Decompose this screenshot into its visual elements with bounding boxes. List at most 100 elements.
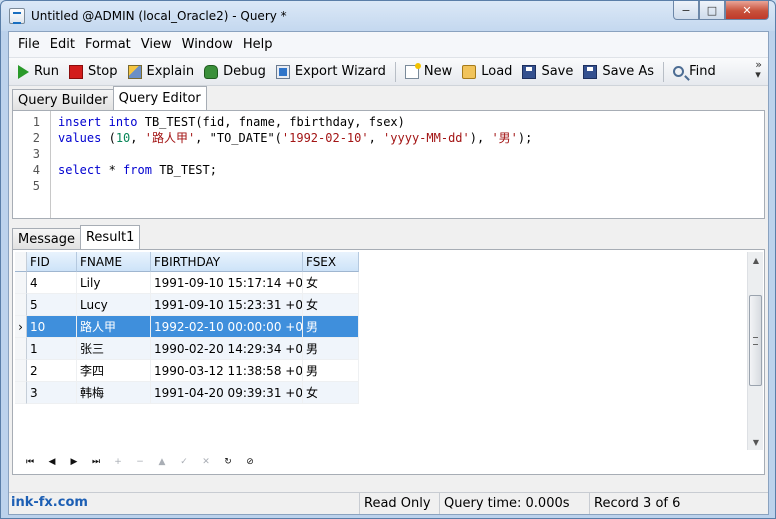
- cell-fsex[interactable]: 女: [303, 272, 359, 294]
- stop-fetch-icon[interactable]: ⊘: [239, 453, 261, 471]
- table-row[interactable]: 3 韩梅 1991-04-20 09:39:31 +08 女: [15, 382, 359, 404]
- cell-fname[interactable]: 张三: [77, 338, 151, 360]
- tab-result1[interactable]: Result1: [79, 225, 141, 249]
- tab-message[interactable]: Message: [12, 228, 81, 249]
- scroll-up-arrow-icon[interactable]: ▲: [748, 252, 764, 268]
- delete-record-icon[interactable]: −: [129, 453, 151, 471]
- table-row[interactable]: 5 Lucy 1991-09-10 15:23:31 +08 女: [15, 294, 359, 316]
- table-row[interactable]: 4 Lily 1991-09-10 15:17:14 +08 女: [15, 272, 359, 294]
- post-record-icon[interactable]: ✓: [173, 453, 195, 471]
- menu-view[interactable]: View: [136, 37, 177, 52]
- cell-fname[interactable]: 李四: [77, 360, 151, 382]
- run-button[interactable]: Run: [13, 61, 64, 83]
- cell-fid[interactable]: 3: [27, 382, 77, 404]
- new-button[interactable]: New: [400, 61, 457, 83]
- row-indicator[interactable]: [15, 272, 27, 294]
- result-tab-strip: Message Result1: [9, 225, 768, 249]
- cell-fname[interactable]: 路人甲: [77, 316, 151, 338]
- cell-fid[interactable]: 1: [27, 338, 77, 360]
- load-label: Load: [481, 64, 513, 79]
- cell-fsex[interactable]: 男: [303, 316, 359, 338]
- save-button[interactable]: Save: [517, 61, 578, 83]
- menu-bar: File Edit Format View Window Help: [9, 32, 768, 58]
- cell-fid[interactable]: 10: [27, 316, 77, 338]
- menu-format[interactable]: Format: [80, 37, 136, 52]
- add-record-icon[interactable]: +: [107, 453, 129, 471]
- cell-fbirthday[interactable]: 1991-09-10 15:23:31 +08: [151, 294, 303, 316]
- prev-record-icon[interactable]: ◀: [41, 453, 63, 471]
- status-mode: Read Only: [359, 493, 439, 514]
- scroll-down-arrow-icon[interactable]: ▼: [748, 434, 764, 450]
- explain-label: Explain: [146, 64, 195, 79]
- cell-fsex[interactable]: 女: [303, 382, 359, 404]
- cell-fbirthday[interactable]: 1990-02-20 14:29:34 +08: [151, 338, 303, 360]
- header-indicator: [15, 252, 27, 272]
- load-button[interactable]: Load: [457, 61, 517, 83]
- close-button[interactable]: ✕: [725, 1, 769, 20]
- minimize-button[interactable]: −: [673, 1, 699, 20]
- cell-fname[interactable]: Lily: [77, 272, 151, 294]
- cell-fsex[interactable]: 男: [303, 338, 359, 360]
- table-row[interactable]: › 10 路人甲 1992-02-10 00:00:00 +08 男: [15, 316, 359, 338]
- cell-fbirthday[interactable]: 1990-03-12 11:38:58 +08: [151, 360, 303, 382]
- app-window: Untitled @ADMIN (local_Oracle2) - Query …: [0, 0, 776, 519]
- cell-fbirthday[interactable]: 1991-04-20 09:39:31 +08: [151, 382, 303, 404]
- toolbar-overflow-chevron-icon[interactable]: » ▾: [755, 59, 762, 80]
- row-indicator[interactable]: ›: [15, 316, 27, 338]
- last-record-icon[interactable]: ⏭: [85, 453, 107, 471]
- cell-fid[interactable]: 5: [27, 294, 77, 316]
- export-icon: [275, 64, 290, 79]
- column-header-fsex[interactable]: FSEX: [303, 252, 359, 272]
- cell-fbirthday[interactable]: 1992-02-10 00:00:00 +08: [151, 316, 303, 338]
- toolbar: Run Stop Explain Debug Export Wizard New…: [9, 58, 768, 86]
- edit-record-icon[interactable]: ▲: [151, 453, 173, 471]
- row-indicator[interactable]: [15, 360, 27, 382]
- cell-fsex[interactable]: 女: [303, 294, 359, 316]
- row-indicator[interactable]: [15, 382, 27, 404]
- vertical-scrollbar[interactable]: ▲ ▼: [747, 252, 763, 450]
- column-header-fbirthday[interactable]: FBIRTHDAY: [151, 252, 303, 272]
- table-row[interactable]: 2 李四 1990-03-12 11:38:58 +08 男: [15, 360, 359, 382]
- find-button[interactable]: Find: [668, 61, 721, 83]
- menu-edit[interactable]: Edit: [45, 37, 80, 52]
- cancel-edit-icon[interactable]: ✕: [195, 453, 217, 471]
- tab-query-builder[interactable]: Query Builder: [12, 89, 114, 110]
- refresh-icon[interactable]: ↻: [217, 453, 239, 471]
- save-as-button[interactable]: Save As: [578, 61, 659, 83]
- app-icon: [9, 8, 25, 24]
- record-navigator: ⏮ ◀ ▶ ⏭ + − ▲ ✓ ✕ ↻ ⊘: [15, 452, 750, 472]
- column-header-fid[interactable]: FID: [27, 252, 77, 272]
- menu-window[interactable]: Window: [177, 37, 238, 52]
- maximize-button[interactable]: □: [699, 1, 725, 20]
- next-record-icon[interactable]: ▶: [63, 453, 85, 471]
- find-label: Find: [689, 64, 716, 79]
- title-bar[interactable]: Untitled @ADMIN (local_Oracle2) - Query …: [1, 1, 775, 31]
- code-line-1: insert into TB_TEST(fid, fname, fbirthda…: [58, 115, 405, 129]
- first-record-icon[interactable]: ⏮: [19, 453, 41, 471]
- menu-help[interactable]: Help: [238, 37, 278, 52]
- explain-button[interactable]: Explain: [123, 61, 200, 83]
- cell-fid[interactable]: 4: [27, 272, 77, 294]
- cell-fid[interactable]: 2: [27, 360, 77, 382]
- row-indicator[interactable]: [15, 338, 27, 360]
- line-number: 2: [32, 131, 40, 145]
- cell-fsex[interactable]: 男: [303, 360, 359, 382]
- stop-button[interactable]: Stop: [64, 61, 123, 83]
- cell-fname[interactable]: 韩梅: [77, 382, 151, 404]
- line-number: 5: [32, 179, 40, 193]
- row-indicator[interactable]: [15, 294, 27, 316]
- window-controls: − □ ✕: [673, 1, 769, 20]
- menu-file[interactable]: File: [13, 37, 45, 52]
- column-header-fname[interactable]: FNAME: [77, 252, 151, 272]
- result-grid: FID FNAME FBIRTHDAY FSEX 4 Lily 1991-09-10…: [15, 252, 359, 404]
- toolbar-separator: [663, 61, 665, 82]
- debug-button[interactable]: Debug: [199, 61, 271, 83]
- tab-query-editor[interactable]: Query Editor: [112, 86, 207, 110]
- cell-fname[interactable]: Lucy: [77, 294, 151, 316]
- save-as-label: Save As: [602, 64, 655, 79]
- scrollbar-thumb[interactable]: [749, 295, 762, 386]
- export-wizard-button[interactable]: Export Wizard: [271, 61, 391, 83]
- cell-fbirthday[interactable]: 1991-09-10 15:17:14 +08: [151, 272, 303, 294]
- table-row[interactable]: 1 张三 1990-02-20 14:29:34 +08 男: [15, 338, 359, 360]
- sql-editor[interactable]: 1 2 3 4 5 insert into TB_TEST(fid, fname…: [12, 110, 765, 219]
